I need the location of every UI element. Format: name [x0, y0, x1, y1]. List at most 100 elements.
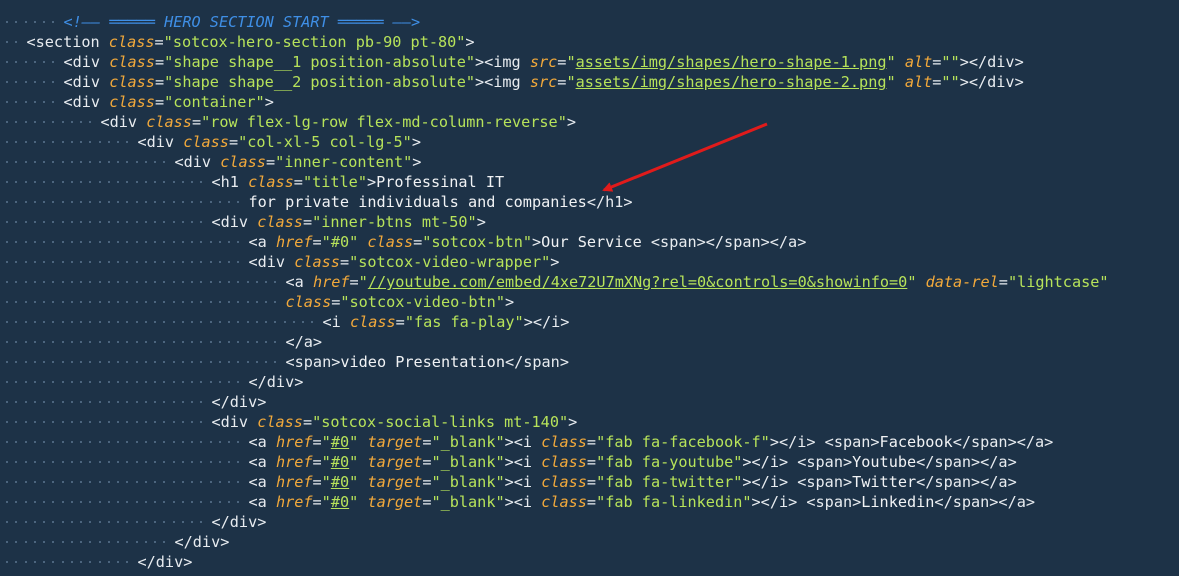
whitespace-dot: [181, 361, 184, 363]
code-line[interactable]: <i class="fas fa-play"></i>: [0, 312, 1179, 332]
code-link[interactable]: assets/img/shapes/hero-shape-2.png: [576, 73, 887, 91]
code-link[interactable]: #0: [331, 433, 349, 451]
code-line[interactable]: <h1 class="title">Professinal IT: [0, 172, 1179, 192]
whitespace-dot: [6, 121, 8, 123]
whitespace-dot: [144, 361, 147, 363]
whitespace-dot: [117, 541, 119, 543]
code-line[interactable]: <a href="#0" target="_blank"><i class="f…: [0, 472, 1179, 492]
code-line[interactable]: <div class="container">: [0, 92, 1179, 112]
whitespace-dot: [6, 301, 8, 303]
whitespace-dot: [15, 61, 18, 63]
whitespace-dot: [52, 401, 55, 403]
code-line[interactable]: <a href="#0" class="sotcox-btn">Our Serv…: [0, 232, 1179, 252]
code-tag: >: [412, 153, 422, 171]
code-tag: =: [154, 33, 164, 51]
code-link[interactable]: #0: [331, 493, 349, 511]
whitespace-dot: [70, 481, 73, 483]
whitespace-dot: [274, 361, 277, 363]
whitespace-dot: [181, 501, 184, 503]
code-editor[interactable]: <!—— ═════ HERO SECTION START ═════ ——> <…: [0, 0, 1179, 576]
whitespace-dot: [6, 221, 8, 223]
code-tag: =: [339, 253, 350, 271]
code-attribute: class: [146, 113, 192, 131]
code-line[interactable]: <section class="sotcox-hero-section pb-9…: [0, 32, 1179, 52]
whitespace-dot: [209, 361, 212, 363]
code-tag: >: [568, 413, 578, 431]
whitespace-dot: [117, 561, 119, 563]
code-line[interactable]: </div>: [0, 552, 1179, 572]
whitespace-dot: [98, 261, 101, 263]
code-string: ": [349, 493, 359, 511]
code-line[interactable]: <div class="row flex-lg-row flex-md-colu…: [0, 112, 1179, 132]
code-line[interactable]: <div class="inner-content">: [0, 152, 1179, 172]
code-line[interactable]: <div class="sotcox-video-wrapper">: [0, 252, 1179, 272]
code-tag: <a: [248, 473, 276, 491]
code-link[interactable]: assets/img/shapes/hero-shape-1.png: [576, 53, 887, 71]
whitespace-dot: [191, 501, 193, 503]
code-line[interactable]: </div>: [0, 372, 1179, 392]
whitespace-dot: [191, 241, 193, 243]
code-attribute: class: [248, 173, 294, 191]
whitespace-dot: [80, 241, 82, 243]
whitespace-dot: [163, 301, 166, 303]
whitespace-dot: [200, 301, 203, 303]
code-string: "_blank": [431, 433, 505, 451]
code-attribute: src: [529, 73, 558, 91]
code-line[interactable]: <div class="col-xl-5 col-lg-5">: [0, 132, 1179, 152]
code-line[interactable]: </div>: [0, 512, 1179, 532]
code-line[interactable]: <a href="#0" target="_blank"><i class="f…: [0, 492, 1179, 512]
whitespace-dot: [15, 501, 18, 503]
whitespace-dot: [24, 341, 27, 343]
code-tag: <span>: [285, 353, 341, 371]
whitespace-dot: [274, 281, 277, 283]
whitespace-dot: [15, 341, 18, 343]
code-line[interactable]: <a href="#0" target="_blank"><i class="f…: [0, 452, 1179, 472]
code-line[interactable]: for private individuals and companies</h…: [0, 192, 1179, 212]
whitespace-dot: [70, 361, 73, 363]
whitespace-dot: [117, 361, 119, 363]
code-tag: <span></span></a>: [650, 233, 807, 251]
whitespace-dot: [107, 181, 110, 183]
whitespace-dot: [80, 201, 82, 203]
whitespace-dot: [6, 21, 8, 23]
code-line[interactable]: </div>: [0, 532, 1179, 552]
whitespace-dot: [43, 461, 45, 463]
code-line[interactable]: <div class="inner-btns mt-50">: [0, 212, 1179, 232]
whitespace-dot: [33, 181, 36, 183]
code-string: ": [321, 453, 331, 471]
whitespace-dot: [52, 441, 55, 443]
code-link[interactable]: #0: [331, 473, 349, 491]
code-attribute: class: [541, 473, 587, 491]
code-line[interactable]: <span>video Presentation</span>: [0, 352, 1179, 372]
whitespace-dot: [6, 481, 8, 483]
whitespace-dot: [181, 461, 184, 463]
whitespace-dot: [43, 521, 45, 523]
code-tag: >: [366, 173, 377, 191]
whitespace-dot: [89, 141, 92, 143]
code-line[interactable]: <div class="sotcox-social-links mt-140">: [0, 412, 1179, 432]
code-link[interactable]: #0: [331, 453, 349, 471]
code-link[interactable]: //youtube.com/embed/4xe72U7mXNg?rel=0&co…: [368, 273, 907, 291]
code-line[interactable]: class="sotcox-video-btn">: [0, 292, 1179, 312]
code-line[interactable]: </div>: [0, 392, 1179, 412]
code-line[interactable]: <a href="//youtube.com/embed/4xe72U7mXNg…: [0, 272, 1179, 292]
code-string: "col-xl-5 col-lg-5": [238, 133, 412, 151]
code-line[interactable]: <!—— ═════ HERO SECTION START ═════ ——>: [0, 12, 1179, 32]
whitespace-dot: [200, 401, 203, 403]
whitespace-dot: [117, 241, 119, 243]
code-line[interactable]: </a>: [0, 332, 1179, 352]
whitespace-dot: [246, 321, 249, 323]
code-tag: =: [312, 473, 322, 491]
code-line[interactable]: <a href="#0" target="_blank"><i class="f…: [0, 432, 1179, 452]
code-tag: >: [504, 293, 515, 311]
code-attribute: class: [220, 153, 266, 171]
code-line[interactable]: <div class="shape shape__2 position-abso…: [0, 72, 1179, 92]
whitespace-dot: [89, 441, 92, 443]
whitespace-dot: [61, 261, 64, 263]
whitespace-dot: [126, 221, 129, 223]
whitespace-dot: [24, 241, 27, 243]
whitespace-dot: [98, 401, 101, 403]
code-line[interactable]: <div class="shape shape__1 position-abso…: [0, 52, 1179, 72]
whitespace-dot: [61, 421, 64, 423]
code-string: "fas fa-play": [404, 313, 524, 331]
